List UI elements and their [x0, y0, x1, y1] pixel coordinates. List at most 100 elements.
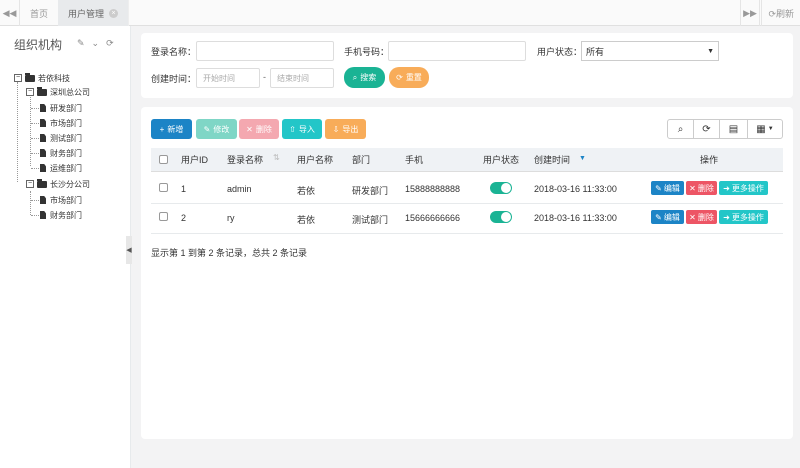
header-create-time[interactable]: 创建时间 — [534, 153, 570, 166]
add-button-label: 新增 — [167, 124, 184, 134]
search-icon: ⌕ — [677, 123, 684, 135]
status-select[interactable]: 所有 ▼ — [581, 41, 719, 61]
date-range-dash: - — [263, 72, 266, 82]
columns-dropdown-button[interactable]: ▦ ▼ — [747, 119, 783, 139]
tab-user-management[interactable]: 用户管理 × — [58, 0, 130, 26]
sidebar-tools: ✎ ⌄ ⟳ — [77, 38, 114, 49]
close-icon: ✕ — [689, 212, 696, 222]
file-icon — [40, 211, 46, 219]
list-icon: ▤ — [728, 123, 739, 135]
search-button[interactable]: ⌕ 搜索 — [344, 67, 385, 88]
row-delete-button[interactable]: ✕ 删除 — [686, 210, 717, 224]
create-time-label: 创建时间： — [151, 74, 197, 84]
tab-home[interactable]: 首页 — [20, 0, 60, 26]
start-time-input[interactable]: 开始时间 — [196, 68, 260, 88]
cell-dept: 测试部门 — [352, 215, 389, 225]
row-edit-label: 编辑 — [663, 212, 680, 222]
refresh-icon[interactable]: ⟳ — [106, 38, 114, 49]
tree-node-leaf[interactable]: 财务部门 — [40, 147, 82, 159]
tab-close-icon[interactable]: × — [109, 8, 119, 18]
row-more-button[interactable]: ➜ 更多操作 — [719, 210, 768, 224]
collapse-toggle-icon[interactable]: − — [14, 74, 22, 82]
header-user-name: 用户名称 — [297, 155, 334, 165]
delete-button[interactable]: ✕ 删除 — [239, 119, 279, 139]
pagination-summary: 显示第 1 到第 2 条记录，总共 2 条记录 — [151, 248, 308, 258]
export-button[interactable]: ⇩ 导出 — [325, 119, 366, 139]
import-button-label: 导入 — [298, 124, 315, 134]
end-time-input[interactable]: 结束时间 — [270, 68, 334, 88]
tree-node-leaf[interactable]: 财务部门 — [40, 209, 82, 221]
row-edit-label: 编辑 — [663, 183, 680, 193]
tree-node-leaf[interactable]: 研发部门 — [40, 102, 82, 114]
login-name-input[interactable] — [196, 41, 334, 61]
status-toggle[interactable] — [490, 182, 512, 194]
tree-node-leaf[interactable]: 市场部门 — [40, 194, 82, 206]
tree-node-label: 长沙分公司 — [50, 179, 90, 189]
row-more-label: 更多操作 — [731, 183, 764, 193]
tree-node-root[interactable]: − 若依科技 — [14, 72, 70, 84]
row-delete-label: 删除 — [697, 212, 714, 222]
cell-create-time: 2018-03-16 11:33:00 — [534, 213, 617, 223]
row-checkbox[interactable] — [159, 183, 168, 192]
chevron-down-icon[interactable]: ⌄ — [92, 38, 100, 49]
sidebar: 组织机构 ✎ ⌄ ⟳ − 若依科技 − 深圳总公司 研发部门 市场部门 测试部门… — [0, 26, 131, 468]
row-more-label: 更多操作 — [731, 212, 764, 222]
tab-scroll-right-icon[interactable]: ▶▶ — [740, 0, 760, 26]
reset-button[interactable]: ⟳ 重置 — [389, 67, 429, 88]
import-button[interactable]: ⇧ 导入 — [282, 119, 322, 139]
row-delete-label: 删除 — [697, 183, 714, 193]
cell-login-name: ry — [227, 213, 235, 223]
refresh-tab-button[interactable]: ⟳刷新 — [761, 0, 800, 26]
row-divider — [151, 203, 783, 204]
file-icon — [40, 104, 46, 112]
search-button-label: 搜索 — [360, 73, 377, 82]
tab-home-label: 首页 — [30, 8, 49, 19]
tree-node-label: 研发部门 — [50, 103, 82, 113]
search-toggle-button[interactable]: ⌕ — [667, 119, 694, 139]
row-delete-button[interactable]: ✕ 删除 — [686, 181, 717, 195]
collapse-toggle-icon[interactable]: − — [26, 88, 34, 96]
tree-node-leaf[interactable]: 运维部门 — [40, 162, 82, 174]
row-edit-button[interactable]: ✎ 编辑 — [651, 210, 684, 224]
edit-icon: ✎ — [203, 124, 211, 134]
collapse-toggle-icon[interactable]: − — [26, 180, 34, 188]
toggle-view-button[interactable]: ▤ — [719, 119, 748, 139]
sort-desc-icon[interactable]: ▼ — [579, 155, 586, 162]
folder-open-icon — [37, 178, 47, 188]
tab-user-management-label: 用户管理 — [68, 8, 105, 19]
download-icon: ⇩ — [332, 124, 340, 134]
sidebar-collapse-handle[interactable]: ◀ — [126, 236, 132, 264]
tab-scroll-left-icon[interactable]: ◀◀ — [0, 0, 20, 26]
refresh-table-button[interactable]: ⟳ — [693, 119, 720, 139]
cell-create-time: 2018-03-16 11:33:00 — [534, 184, 617, 194]
caret-down-icon: ▼ — [767, 126, 774, 132]
edit-button-label: 修改 — [213, 124, 230, 134]
add-button[interactable]: + 新增 — [151, 119, 192, 139]
tree-node-leaf[interactable]: 市场部门 — [40, 117, 82, 129]
header-user-id[interactable]: 用户ID — [181, 153, 208, 166]
upload-icon: ⇧ — [289, 124, 296, 134]
row-edit-button[interactable]: ✎ 编辑 — [651, 181, 684, 195]
tree-node-label: 财务部门 — [50, 210, 82, 220]
plus-icon: + — [159, 124, 165, 134]
chevron-right-circle-icon: ➜ — [723, 212, 730, 222]
header-phone: 手机 — [405, 155, 424, 165]
edit-button[interactable]: ✎ 修改 — [196, 119, 237, 139]
tree-node-label: 深圳总公司 — [50, 87, 90, 97]
header-status: 用户状态 — [483, 155, 520, 165]
file-icon — [40, 134, 46, 142]
tree-node-branch[interactable]: − 长沙分公司 — [26, 178, 90, 190]
export-button-label: 导出 — [342, 124, 359, 134]
header-login-name[interactable]: 登录名称 — [227, 153, 263, 166]
file-icon — [40, 119, 46, 127]
sort-icon[interactable]: ⇅ — [273, 153, 280, 162]
phone-input[interactable] — [388, 41, 526, 61]
select-all-checkbox[interactable] — [159, 155, 168, 164]
tree-node-leaf[interactable]: 测试部门 — [40, 132, 82, 144]
row-more-button[interactable]: ➜ 更多操作 — [719, 181, 768, 195]
edit-icon[interactable]: ✎ — [77, 38, 85, 49]
tree-node-branch[interactable]: − 深圳总公司 — [26, 86, 90, 98]
status-toggle[interactable] — [490, 211, 512, 223]
header-dept: 部门 — [352, 155, 371, 165]
row-checkbox[interactable] — [159, 212, 168, 221]
